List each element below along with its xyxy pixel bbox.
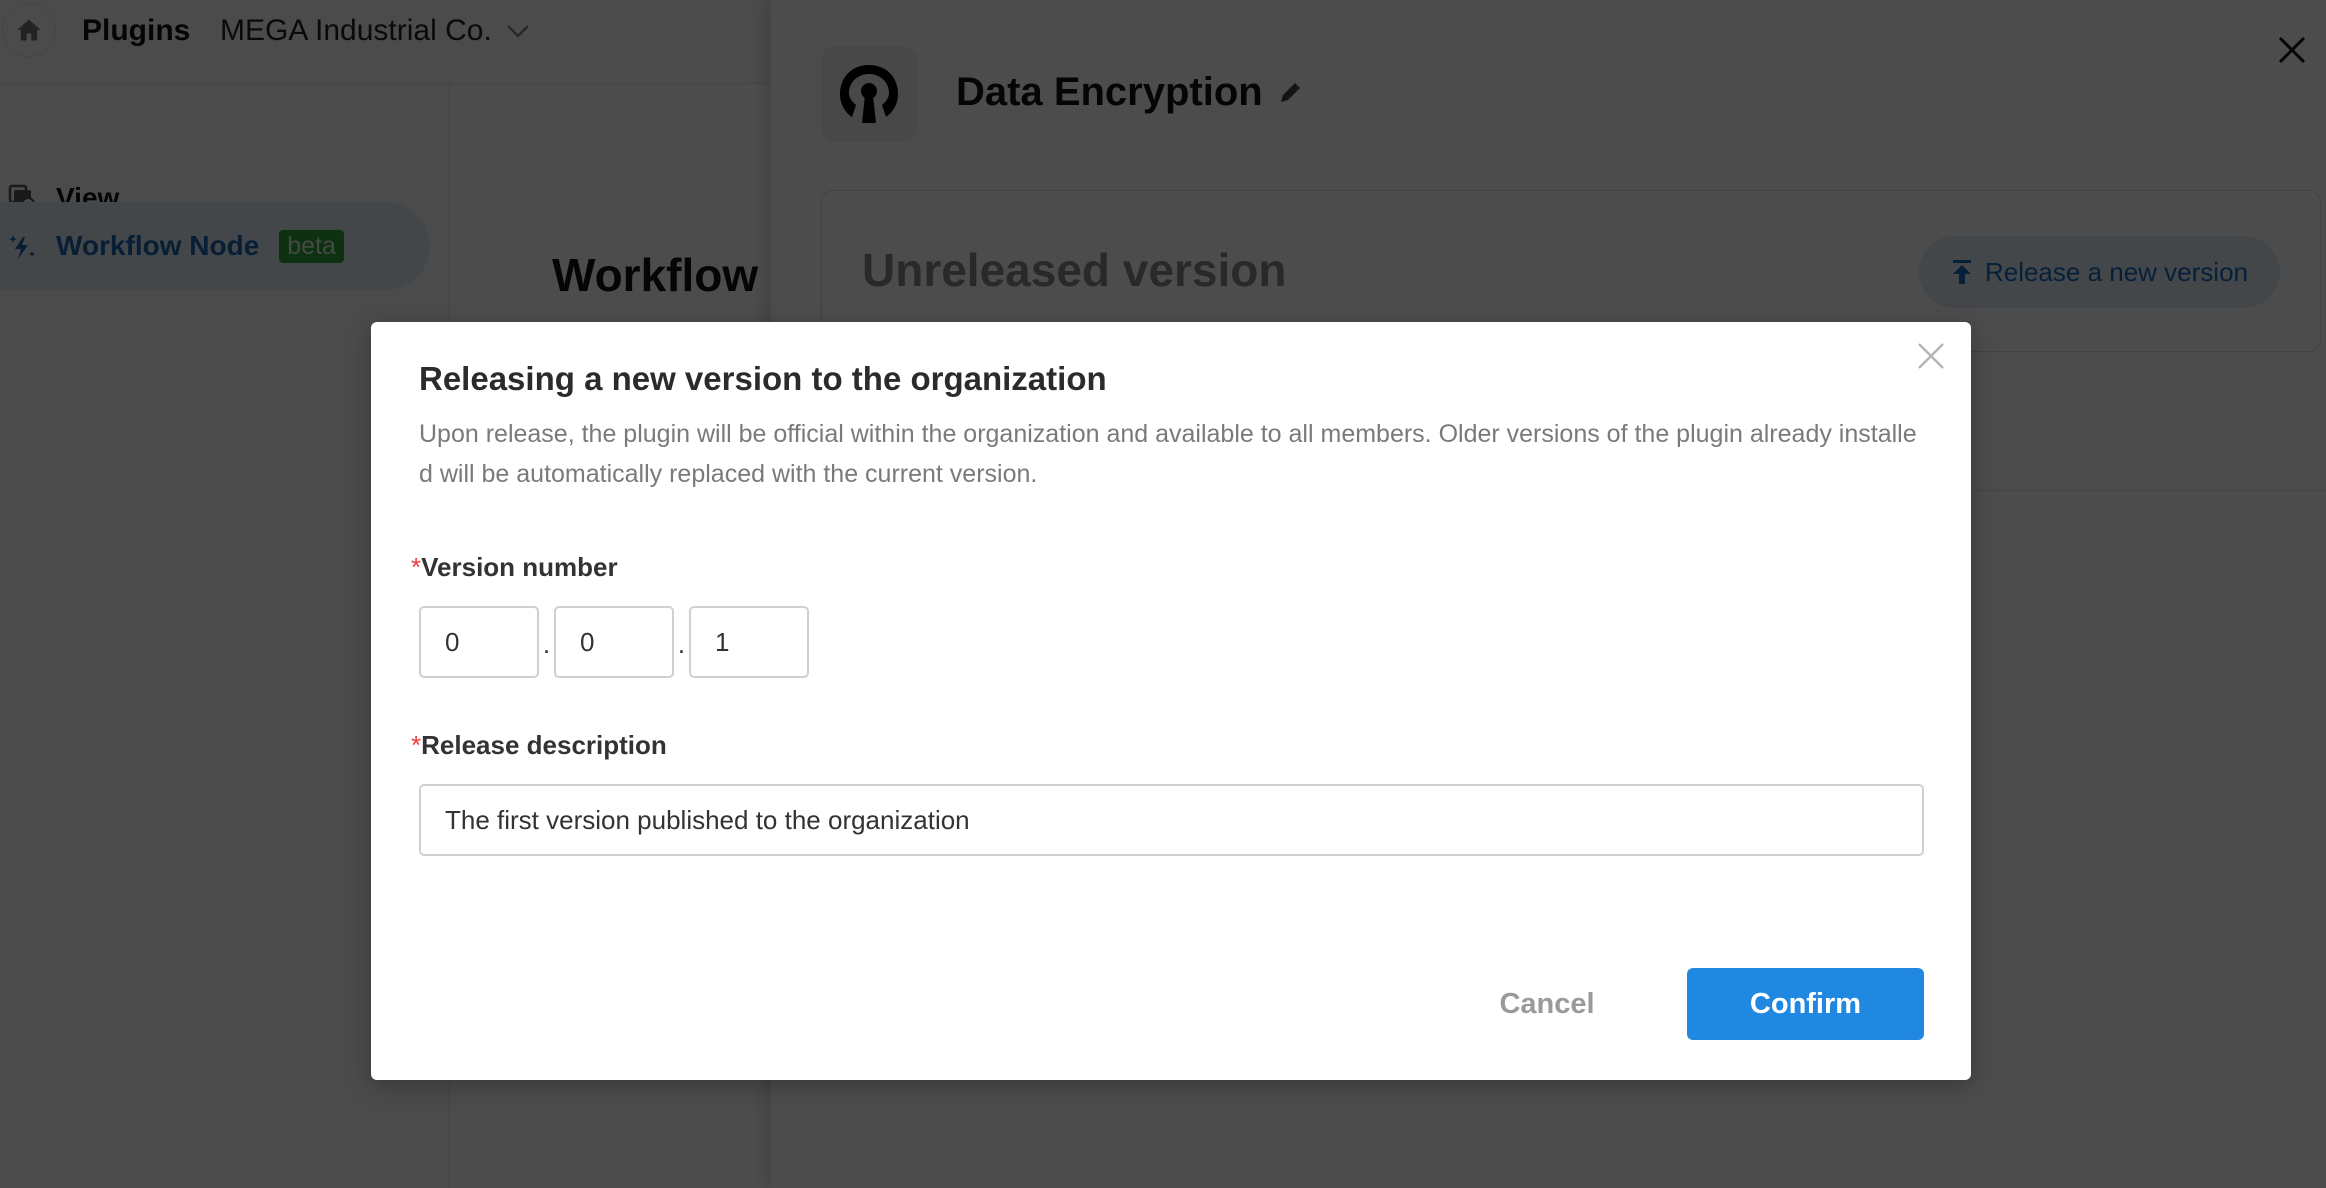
version-number-label: *Version number [411,552,618,583]
version-separator: . [677,629,686,659]
release-description-label: *Release description [411,730,667,761]
release-description-label-text: Release description [421,730,667,760]
close-icon [1918,343,1944,369]
version-number-inputs: . . [419,606,809,678]
cancel-button[interactable]: Cancel [1467,968,1627,1040]
version-number-label-text: Version number [421,552,618,582]
version-separator: . [542,629,551,659]
version-major-input[interactable] [419,606,539,678]
release-description-input[interactable] [419,784,1924,856]
dialog-title: Releasing a new version to the organizat… [419,360,1107,397]
required-mark: * [411,552,422,582]
required-mark: * [411,730,422,760]
modal-close-button[interactable] [1909,334,1953,378]
release-version-dialog: Releasing a new version to the organizat… [371,322,1971,1080]
version-minor-input[interactable] [554,606,674,678]
version-patch-input[interactable] [689,606,809,678]
confirm-button[interactable]: Confirm [1687,968,1924,1040]
dialog-description: Upon release, the plugin will be officia… [419,420,1917,488]
